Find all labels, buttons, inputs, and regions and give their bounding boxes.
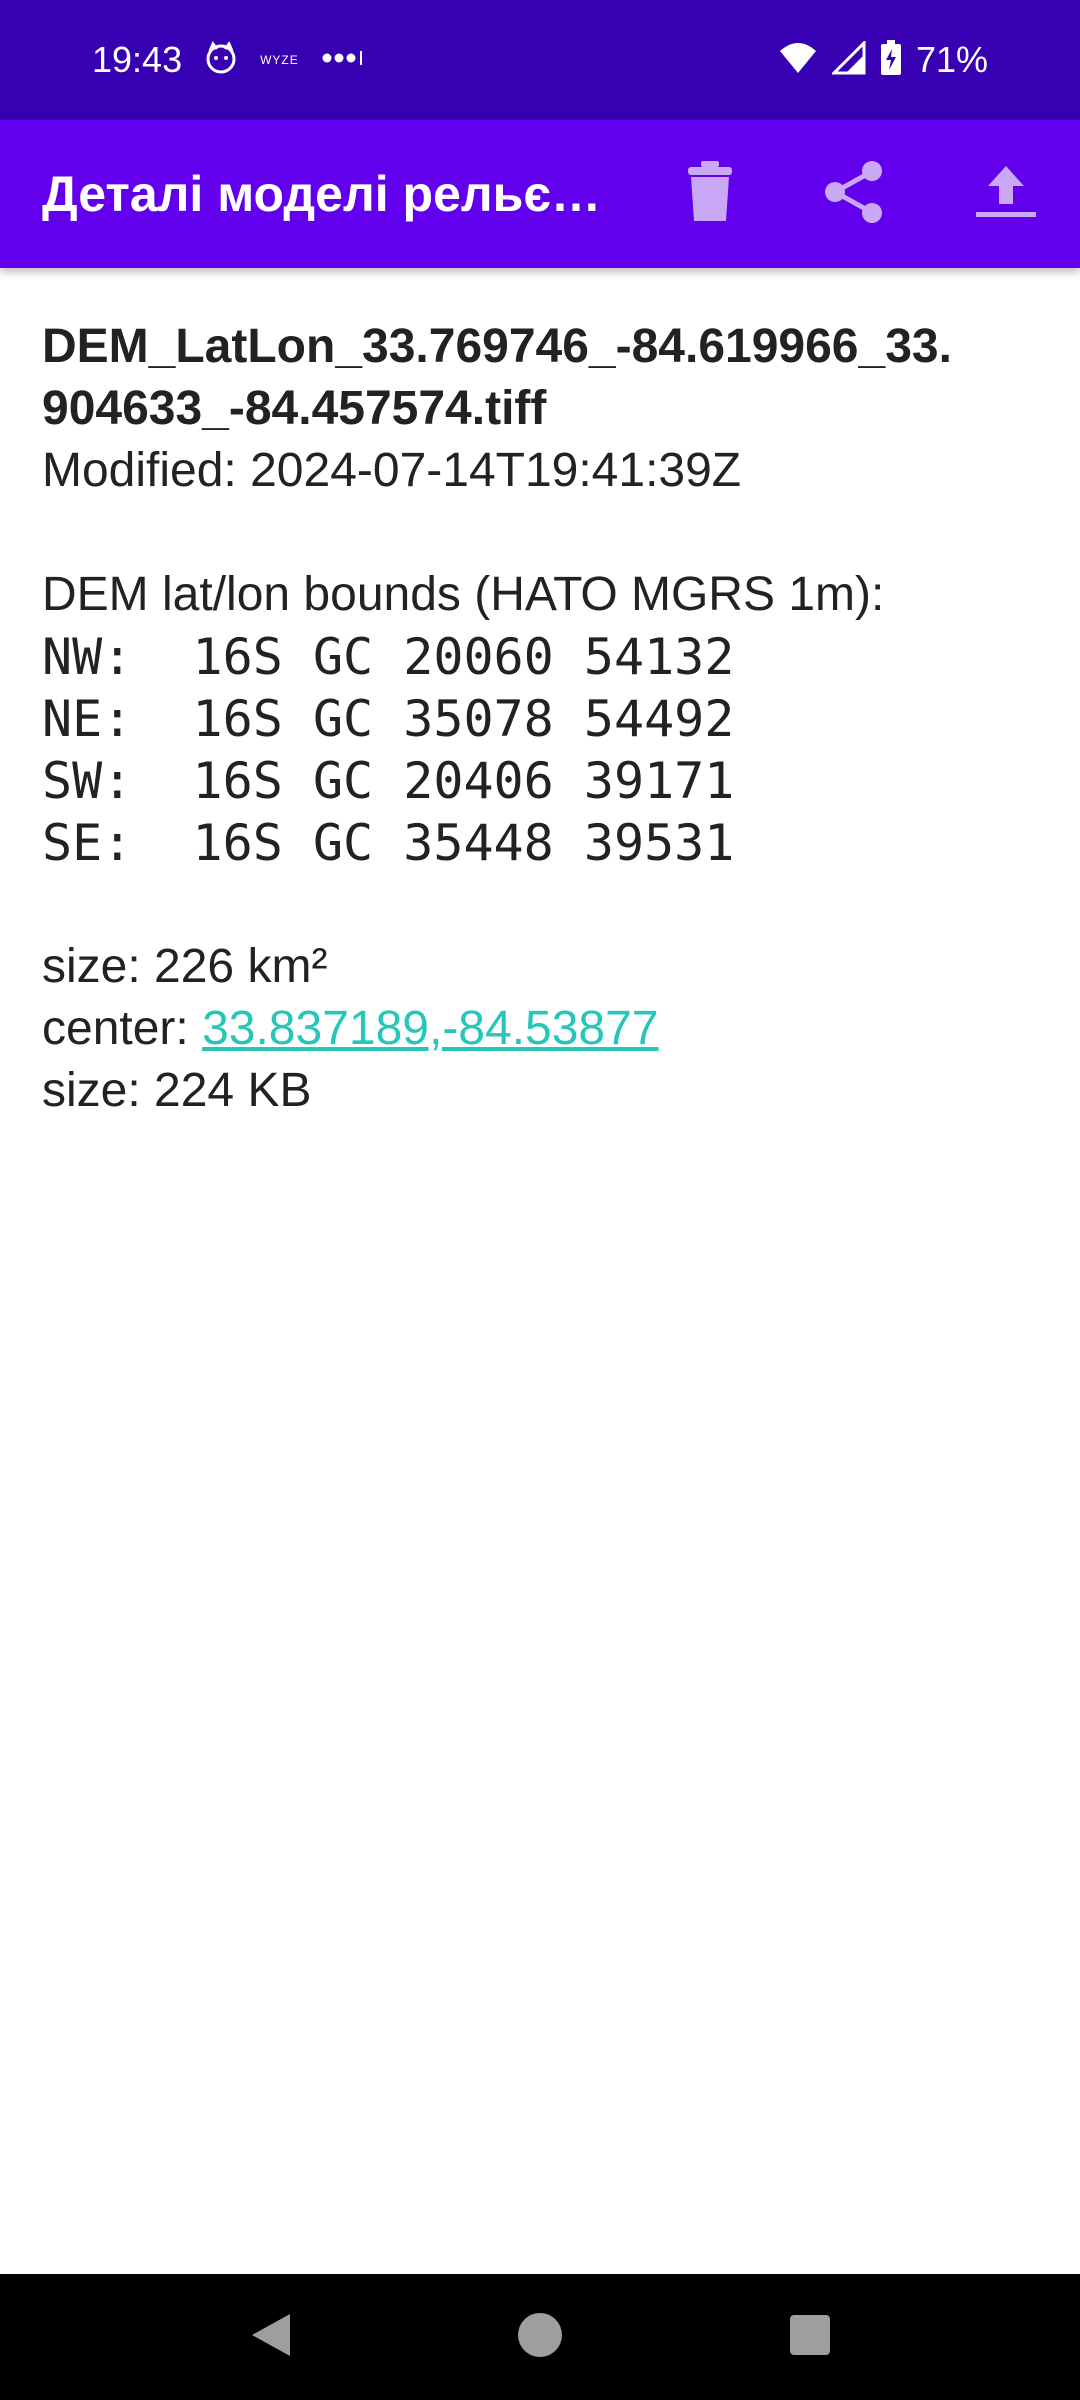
center-coordinates-link[interactable]: 33.837189,-84.53877	[202, 1002, 658, 1055]
bound-value: 16S GC 35078 54492	[192, 690, 735, 748]
filename-line-2: 904633_-84.457574.tiff	[42, 382, 547, 435]
status-bar: 19:43 WYZE 71%	[0, 0, 1080, 120]
page-title: Деталі моделі рельє…	[42, 166, 601, 222]
share-icon	[823, 160, 885, 229]
share-button[interactable]	[814, 154, 894, 234]
cell-signal-icon	[830, 38, 866, 80]
back-button[interactable]	[235, 2302, 305, 2372]
recents-button[interactable]	[775, 2302, 845, 2372]
bound-label: NW:	[42, 628, 133, 686]
bound-nw: NW: 16S GC 20060 54132	[42, 626, 1042, 688]
wyze-icon: WYZE	[260, 53, 299, 67]
upload-icon	[974, 164, 1038, 225]
dem-details: DEM_LatLon_33.769746_-84.619966_33. 9046…	[42, 316, 1042, 1122]
center-label: center:	[42, 1002, 203, 1055]
wifi-icon	[778, 41, 818, 80]
delete-button[interactable]	[670, 154, 750, 234]
battery-percent: 71%	[915, 39, 988, 80]
battery-charging-icon	[880, 39, 902, 81]
bound-ne: NE: 16S GC 35078 54492	[42, 688, 1042, 750]
bound-se: SE: 16S GC 35448 39531	[42, 812, 1042, 874]
home-button[interactable]	[505, 2302, 575, 2372]
file-size: size: 224 KB	[42, 1064, 312, 1117]
back-icon	[248, 2312, 292, 2363]
status-left: 19:43 WYZE	[92, 0, 365, 120]
home-icon	[516, 2311, 564, 2364]
status-right: 71%	[778, 0, 988, 120]
bound-label: NE:	[42, 690, 133, 748]
upload-button[interactable]	[966, 154, 1046, 234]
bounds-heading: DEM lat/lon bounds (НАТО MGRS 1m):	[42, 568, 885, 621]
bound-value: 16S GC 35448 39531	[192, 814, 735, 872]
bound-sw: SW: 16S GC 20406 39171	[42, 750, 1042, 812]
bound-label: SE:	[42, 814, 133, 872]
bound-value: 16S GC 20406 39171	[192, 752, 735, 810]
bound-value: 16S GC 20060 54132	[192, 628, 735, 686]
modified-date: Modified: 2024-07-14T19:41:39Z	[42, 444, 742, 497]
bound-label: SW:	[42, 752, 133, 810]
cat-face-icon	[204, 40, 238, 80]
filename-line-1: DEM_LatLon_33.769746_-84.619966_33.	[42, 320, 952, 373]
status-time: 19:43	[92, 39, 183, 80]
more-dots-icon	[321, 48, 365, 73]
center-row: center: 33.837189,-84.53877	[42, 998, 1042, 1060]
recents-icon	[789, 2314, 831, 2361]
nav-bar	[0, 2274, 1080, 2400]
delete-icon	[686, 160, 734, 228]
app-bar: Деталі моделі рельє…	[0, 120, 1080, 268]
area-size: size: 226 km²	[42, 940, 328, 993]
